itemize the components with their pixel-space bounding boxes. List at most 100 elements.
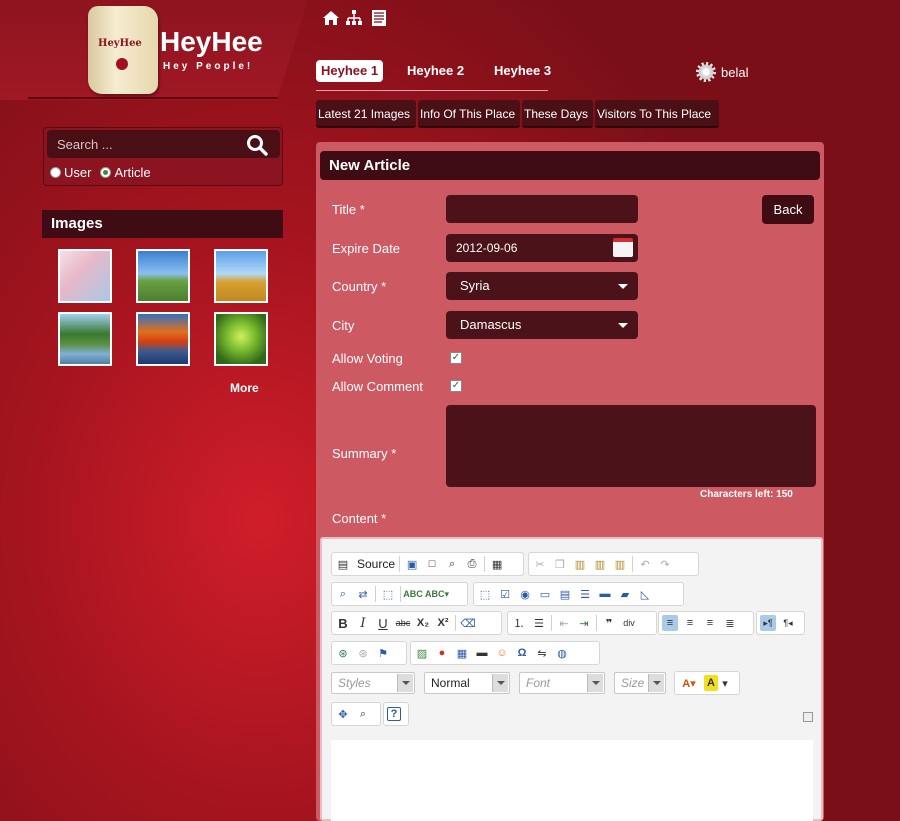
title-input[interactable] xyxy=(446,195,638,223)
indent-icon[interactable]: ⇥ xyxy=(576,615,592,631)
special-char-icon[interactable]: Ω xyxy=(514,645,530,661)
numbered-list-icon[interactable]: ⒈ xyxy=(511,615,527,631)
format-dropdown[interactable]: Normal xyxy=(424,672,510,694)
justify-icon[interactable]: ≣ xyxy=(722,615,738,631)
thumbnail-green-field[interactable] xyxy=(136,249,190,303)
print-icon[interactable]: ⎙ xyxy=(464,556,480,572)
unlink-icon[interactable]: ⊛ xyxy=(355,645,371,661)
copy-icon[interactable]: ❐ xyxy=(552,556,568,572)
subtab-these-days[interactable]: These Days xyxy=(522,100,593,128)
replace-icon[interactable]: ⇄ xyxy=(355,586,371,602)
image-button-icon[interactable]: ▰ xyxy=(617,586,633,602)
help-icon[interactable]: ? xyxy=(387,707,401,721)
underline-icon[interactable]: U xyxy=(375,615,391,631)
rtl-icon[interactable]: ¶◂ xyxy=(780,615,796,631)
city-select[interactable]: Damascus xyxy=(446,311,638,339)
blockquote-icon[interactable]: ❞ xyxy=(601,615,617,631)
hidden-field-icon[interactable]: ◺ xyxy=(637,586,653,602)
italic-icon[interactable]: I xyxy=(355,615,371,631)
bulleted-list-icon[interactable]: ☰ xyxy=(531,615,547,631)
sitemap-icon[interactable] xyxy=(345,9,363,27)
username[interactable]: belal xyxy=(721,65,748,80)
thumbnail-autumn-lake[interactable] xyxy=(136,312,190,366)
summary-textarea[interactable] xyxy=(446,405,816,487)
show-blocks-icon[interactable]: ⌕ xyxy=(355,706,371,722)
ltr-icon[interactable]: ▸¶ xyxy=(760,615,776,631)
text-field-icon[interactable]: ▭ xyxy=(537,586,553,602)
subtab-info-place[interactable]: Info Of This Place xyxy=(418,100,520,128)
radio-article[interactable] xyxy=(100,167,112,178)
tab-heyhee-3[interactable]: Heyhee 3 xyxy=(489,60,556,82)
subscript-icon[interactable]: X₂ xyxy=(415,615,431,631)
font-dropdown[interactable]: Font xyxy=(519,672,605,694)
search-input[interactable] xyxy=(47,130,237,158)
collapse-toolbar-icon[interactable] xyxy=(803,712,813,722)
strikethrough-icon[interactable]: abc xyxy=(395,615,411,631)
country-select[interactable]: Syria xyxy=(446,272,638,300)
subtab-visitors[interactable]: Visitors To This Place xyxy=(595,100,719,128)
form-icon[interactable]: ⬚ xyxy=(477,586,493,602)
text-color-icon[interactable]: A▾ xyxy=(678,675,700,691)
create-div-icon[interactable]: div xyxy=(621,615,637,631)
button-icon[interactable]: ▬ xyxy=(597,586,613,602)
allow-voting-checkbox[interactable]: ✓ xyxy=(450,352,462,364)
bold-icon[interactable]: B xyxy=(335,615,351,631)
thumbnail-cherry-blossom[interactable] xyxy=(58,249,112,303)
thumbnail-green-forest[interactable] xyxy=(214,312,268,366)
undo-icon[interactable]: ↶ xyxy=(637,556,653,572)
size-dropdown[interactable]: Size xyxy=(614,672,666,694)
gear-icon[interactable] xyxy=(696,62,716,82)
align-center-icon[interactable]: ≡ xyxy=(682,615,698,631)
home-icon[interactable] xyxy=(322,9,340,27)
save-icon[interactable]: ▣ xyxy=(404,556,420,572)
iframe-icon[interactable]: ◍ xyxy=(554,645,570,661)
paste-icon[interactable]: ▥ xyxy=(572,556,588,572)
remove-format-icon[interactable]: ⌫ xyxy=(460,615,476,631)
smiley-icon[interactable]: ☺ xyxy=(494,645,510,661)
link-icon[interactable]: ⊛ xyxy=(335,645,351,661)
radio-article-label[interactable]: Article xyxy=(114,165,150,180)
find-icon[interactable]: ⌕ xyxy=(335,586,351,602)
flash-icon[interactable]: ● xyxy=(434,645,450,661)
allow-comment-checkbox[interactable]: ✓ xyxy=(450,380,462,392)
anchor-flag-icon[interactable]: ⚑ xyxy=(375,645,391,661)
expire-date-input[interactable]: 2012-09-06 xyxy=(446,234,638,262)
maximize-icon[interactable]: ✥ xyxy=(335,706,351,722)
align-left-icon[interactable]: ≡ xyxy=(662,615,678,631)
select-field-icon[interactable]: ☰ xyxy=(577,586,593,602)
redo-icon[interactable]: ↷ xyxy=(657,556,673,572)
image-icon[interactable]: ▨ xyxy=(414,645,430,661)
subtab-latest-images[interactable]: Latest 21 Images xyxy=(316,100,416,128)
source-button[interactable]: Source xyxy=(357,557,395,571)
thumbnail-lake-trees[interactable] xyxy=(58,312,112,366)
new-page-icon[interactable]: □ xyxy=(424,556,440,572)
radio-icon[interactable]: ◉ xyxy=(517,586,533,602)
checkbox-icon[interactable]: ☑ xyxy=(497,586,513,602)
search-icon[interactable] xyxy=(246,134,268,156)
table-icon[interactable]: ▦ xyxy=(454,645,470,661)
more-images-link[interactable]: More xyxy=(230,381,259,395)
templates-icon[interactable]: ▦ xyxy=(489,556,505,572)
radio-user-label[interactable]: User xyxy=(64,165,91,180)
tab-heyhee-1[interactable]: Heyhee 1 xyxy=(316,60,384,82)
background-color-icon[interactable]: A xyxy=(704,675,718,691)
radio-user[interactable] xyxy=(50,167,61,178)
align-right-icon[interactable]: ≡ xyxy=(702,615,718,631)
document-icon[interactable] xyxy=(370,9,388,27)
paste-text-icon[interactable]: ▥ xyxy=(592,556,608,572)
page-break-icon[interactable]: ⇋ xyxy=(534,645,550,661)
select-all-icon[interactable]: ⬚ xyxy=(380,586,396,602)
editor-content-area[interactable] xyxy=(331,740,813,821)
spellcheck-icon[interactable]: ABC xyxy=(403,586,423,602)
back-button[interactable]: Back xyxy=(762,195,814,224)
outdent-icon[interactable]: ⇤ xyxy=(556,615,572,631)
thumbnail-hay-field[interactable] xyxy=(214,249,268,303)
spellcheck-as-you-type-icon[interactable]: ABC▾ xyxy=(425,586,449,602)
paste-word-icon[interactable]: ▥ xyxy=(612,556,628,572)
textarea-icon[interactable]: ▤ xyxy=(557,586,573,602)
calendar-icon[interactable] xyxy=(613,238,633,257)
brand-name[interactable]: HeyHee xyxy=(160,26,263,58)
chevron-down-icon[interactable]: ▾ xyxy=(722,675,728,691)
source-icon[interactable]: ▤ xyxy=(335,556,351,572)
preview-icon[interactable]: ⌕ xyxy=(444,556,460,572)
